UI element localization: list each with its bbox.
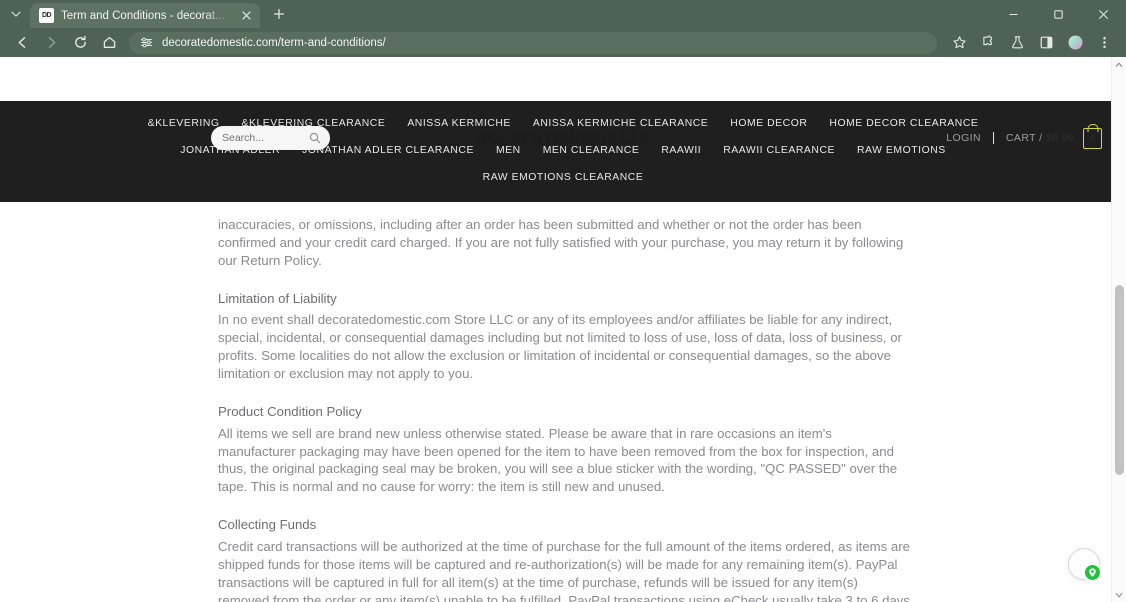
home-icon[interactable] bbox=[95, 29, 123, 57]
browser-window: DD Term and Conditions - decorat... deco… bbox=[0, 0, 1126, 602]
cart-link[interactable]: CART / $0.00 bbox=[994, 132, 1074, 144]
page-content: inaccuracies, or omissions, including af… bbox=[0, 202, 1126, 602]
reload-icon[interactable] bbox=[66, 29, 94, 57]
browser-toolbar: decoratedomestic.com/term-and-conditions… bbox=[0, 28, 1126, 57]
scroll-up-arrow-icon[interactable] bbox=[1112, 57, 1126, 72]
shopping-bag-icon[interactable]: 0 bbox=[1083, 127, 1102, 149]
nav-item-raw-emotions-clearance[interactable]: RAW EMOTIONS CLEARANCE bbox=[472, 168, 655, 187]
site-header bbox=[0, 57, 1126, 101]
tune-icon[interactable] bbox=[139, 36, 153, 50]
back-arrow-icon[interactable] bbox=[8, 29, 36, 57]
close-window-button[interactable] bbox=[1081, 0, 1126, 28]
new-tab-button[interactable] bbox=[266, 1, 292, 27]
forward-arrow-icon[interactable] bbox=[37, 29, 65, 57]
favicon-label: DD bbox=[41, 12, 52, 19]
minimize-button[interactable] bbox=[991, 0, 1036, 28]
header-account-area: LOGIN CART / $0.00 0 bbox=[946, 126, 1102, 150]
section-heading-limitation: Limitation of Liability bbox=[218, 290, 337, 306]
flask-icon[interactable] bbox=[1003, 29, 1031, 57]
star-icon[interactable] bbox=[945, 29, 973, 57]
close-icon[interactable] bbox=[238, 8, 254, 24]
address-bar[interactable]: decoratedomestic.com/term-and-conditions… bbox=[129, 31, 937, 54]
maximize-button[interactable] bbox=[1036, 0, 1081, 28]
scroll-down-arrow-icon[interactable] bbox=[1112, 587, 1126, 602]
cart-label: CART / bbox=[1005, 132, 1046, 144]
page-scrollbar[interactable] bbox=[1111, 57, 1126, 602]
cart-count-badge: 0 bbox=[1090, 133, 1095, 143]
page-viewport: decoratedomestic LOGIN CART / $0.00 0 &K… bbox=[0, 57, 1126, 602]
url-text: decoratedomestic.com/term-and-conditions… bbox=[162, 36, 386, 49]
section-body-limitation: In no event shall decoratedomestic.com S… bbox=[218, 312, 902, 382]
nav-row-3: RAW EMOTIONS CLEARANCE bbox=[0, 164, 1126, 191]
login-link[interactable]: LOGIN bbox=[946, 132, 994, 144]
three-dot-menu-icon[interactable] bbox=[1090, 29, 1118, 57]
window-controls bbox=[991, 0, 1126, 28]
tab-strip: DD Term and Conditions - decorat... bbox=[0, 0, 1126, 28]
location-pin-icon[interactable] bbox=[1083, 563, 1102, 582]
terms-document: inaccuracies, or omissions, including af… bbox=[215, 216, 911, 602]
profile-avatar-icon[interactable] bbox=[1061, 29, 1089, 57]
main-navigation: &KLEVERING &KLEVERING CLEARANCE ANISSA K… bbox=[0, 101, 1126, 202]
floating-action-button[interactable] bbox=[1068, 548, 1102, 582]
scrollbar-thumb[interactable] bbox=[1115, 285, 1124, 475]
intro-paragraph: inaccuracies, or omissions, including af… bbox=[218, 217, 904, 268]
cart-total: $0.00 bbox=[1045, 132, 1074, 144]
favicon-icon: DD bbox=[39, 8, 54, 23]
tab-title: Term and Conditions - decorat... bbox=[61, 9, 225, 22]
tab-search-icon[interactable] bbox=[4, 2, 28, 26]
extensions-puzzle-icon[interactable] bbox=[974, 29, 1002, 57]
section-heading-product-condition: Product Condition Policy bbox=[218, 404, 362, 420]
split-screen-icon[interactable] bbox=[1032, 29, 1060, 57]
section-body-product-condition: All items we sell are brand new unless o… bbox=[218, 425, 898, 495]
section-body-collecting-funds: Credit card transactions will be authori… bbox=[218, 538, 910, 602]
section-heading-collecting-funds: Collecting Funds bbox=[218, 517, 317, 533]
browser-tab[interactable]: DD Term and Conditions - decorat... bbox=[30, 3, 260, 28]
